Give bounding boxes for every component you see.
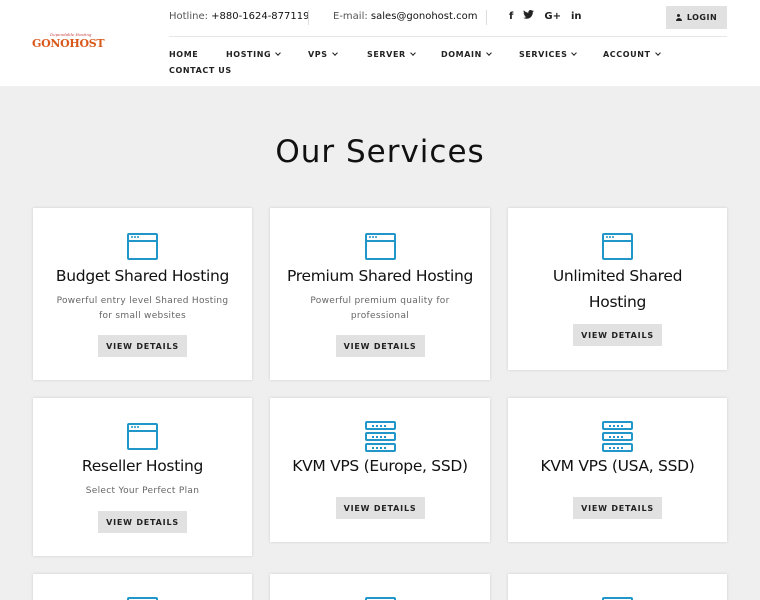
server-stack-icon — [602, 421, 633, 452]
service-card-partial — [508, 574, 727, 600]
nav-label: HOSTING — [226, 49, 272, 59]
nav-label: VPS — [308, 49, 328, 59]
browser-window-icon — [602, 233, 633, 260]
nav-label: DOMAIN — [441, 49, 482, 59]
view-details-button[interactable]: VIEW DETAILS — [98, 335, 187, 357]
hotline-number[interactable]: +880-1624-877119 — [211, 11, 309, 22]
logo-wordmark: GONOHOST — [32, 37, 105, 50]
chevron-down-icon — [571, 49, 578, 56]
browser-window-icon — [364, 233, 396, 260]
topbar-divider — [308, 10, 309, 25]
service-description: Select Your Perfect Plan — [85, 486, 200, 496]
service-description: Powerful entry level Shared Hosting for … — [56, 296, 229, 321]
chevron-down-icon — [486, 49, 492, 56]
nav-label: ACCOUNT — [603, 49, 651, 59]
service-title: Budget Shared Hosting — [55, 267, 230, 285]
server-stack-icon — [364, 421, 396, 452]
facebook-icon[interactable]: f — [509, 10, 513, 24]
nav-label: SERVER — [367, 49, 406, 59]
view-details-button[interactable]: VIEW DETAILS — [335, 497, 425, 519]
nav-server[interactable]: SERVER — [367, 48, 416, 60]
chevron-down-icon — [275, 49, 281, 56]
view-details-button[interactable]: VIEW DETAILS — [573, 497, 662, 519]
twitter-icon[interactable] — [523, 10, 535, 24]
service-card-budget-shared-hosting: Budget Shared Hosting Powerful entry lev… — [33, 208, 252, 380]
hotline: Hotline: +880-1624-877119 — [169, 11, 309, 22]
site-logo[interactable]: Dependable Hosting GONOHOST — [32, 32, 105, 50]
google-plus-icon[interactable]: G+ — [544, 10, 561, 24]
hotline-label: Hotline: — [169, 11, 208, 22]
site-header: Dependable Hosting GONOHOST Hotline: +88… — [0, 0, 760, 86]
nav-services[interactable]: SERVICES — [519, 48, 578, 60]
nav-home[interactable]: HOME — [169, 48, 198, 60]
nav-account[interactable]: ACCOUNT — [603, 48, 661, 60]
nav-contact-us[interactable]: CONTACT US — [169, 64, 232, 76]
service-card-reseller-hosting: Reseller Hosting Select Your Perfect Pla… — [33, 398, 252, 556]
login-label: LOGIN — [686, 13, 718, 22]
chevron-down-icon — [409, 49, 416, 56]
nav-label: CONTACT US — [169, 65, 232, 75]
service-title: Unlimited Shared Hosting — [552, 267, 683, 311]
email: E-mail: sales@gonohost.com — [333, 11, 477, 22]
chevron-down-icon — [331, 49, 338, 56]
social-links: f G+ in — [509, 10, 582, 24]
email-label: E-mail: — [333, 11, 368, 22]
nav-vps[interactable]: VPS — [308, 48, 338, 60]
browser-window-icon — [127, 233, 158, 260]
chevron-down-icon — [654, 49, 661, 56]
browser-window-icon — [127, 423, 158, 450]
nav-hosting[interactable]: HOSTING — [226, 48, 281, 60]
nav-label: HOME — [169, 49, 199, 59]
view-details-button[interactable]: VIEW DETAILS — [573, 324, 662, 346]
service-card-unlimited-shared-hosting: Unlimited Shared Hosting VIEW DETAILS — [508, 208, 727, 370]
service-title: KVM VPS (USA, SSD) — [540, 457, 695, 475]
nav-domain[interactable]: DOMAIN — [441, 48, 492, 60]
page-title: Our Services — [275, 134, 485, 170]
user-icon — [675, 14, 682, 21]
login-button[interactable]: LOGIN — [666, 6, 727, 29]
service-card-partial — [270, 574, 490, 600]
view-details-button[interactable]: VIEW DETAILS — [335, 335, 425, 357]
service-card-kvm-vps-usa: KVM VPS (USA, SSD) VIEW DETAILS — [508, 398, 727, 542]
service-title: Reseller Hosting — [81, 457, 204, 475]
linkedin-icon[interactable]: in — [571, 10, 582, 24]
service-card-premium-shared-hosting: Premium Shared Hosting Powerful premium … — [270, 208, 490, 380]
topbar-divider — [486, 10, 487, 25]
email-address[interactable]: sales@gonohost.com — [371, 11, 478, 22]
nav-label: SERVICES — [519, 49, 568, 59]
nav-divider — [169, 36, 727, 37]
service-card-partial — [33, 574, 252, 600]
view-details-button[interactable]: VIEW DETAILS — [98, 511, 187, 533]
service-description: Powerful premium quality for professiona… — [310, 296, 450, 321]
service-title: KVM VPS (Europe, SSD) — [292, 457, 468, 475]
service-title: Premium Shared Hosting — [286, 267, 474, 285]
service-card-kvm-vps-europe: KVM VPS (Europe, SSD) VIEW DETAILS — [270, 398, 490, 542]
